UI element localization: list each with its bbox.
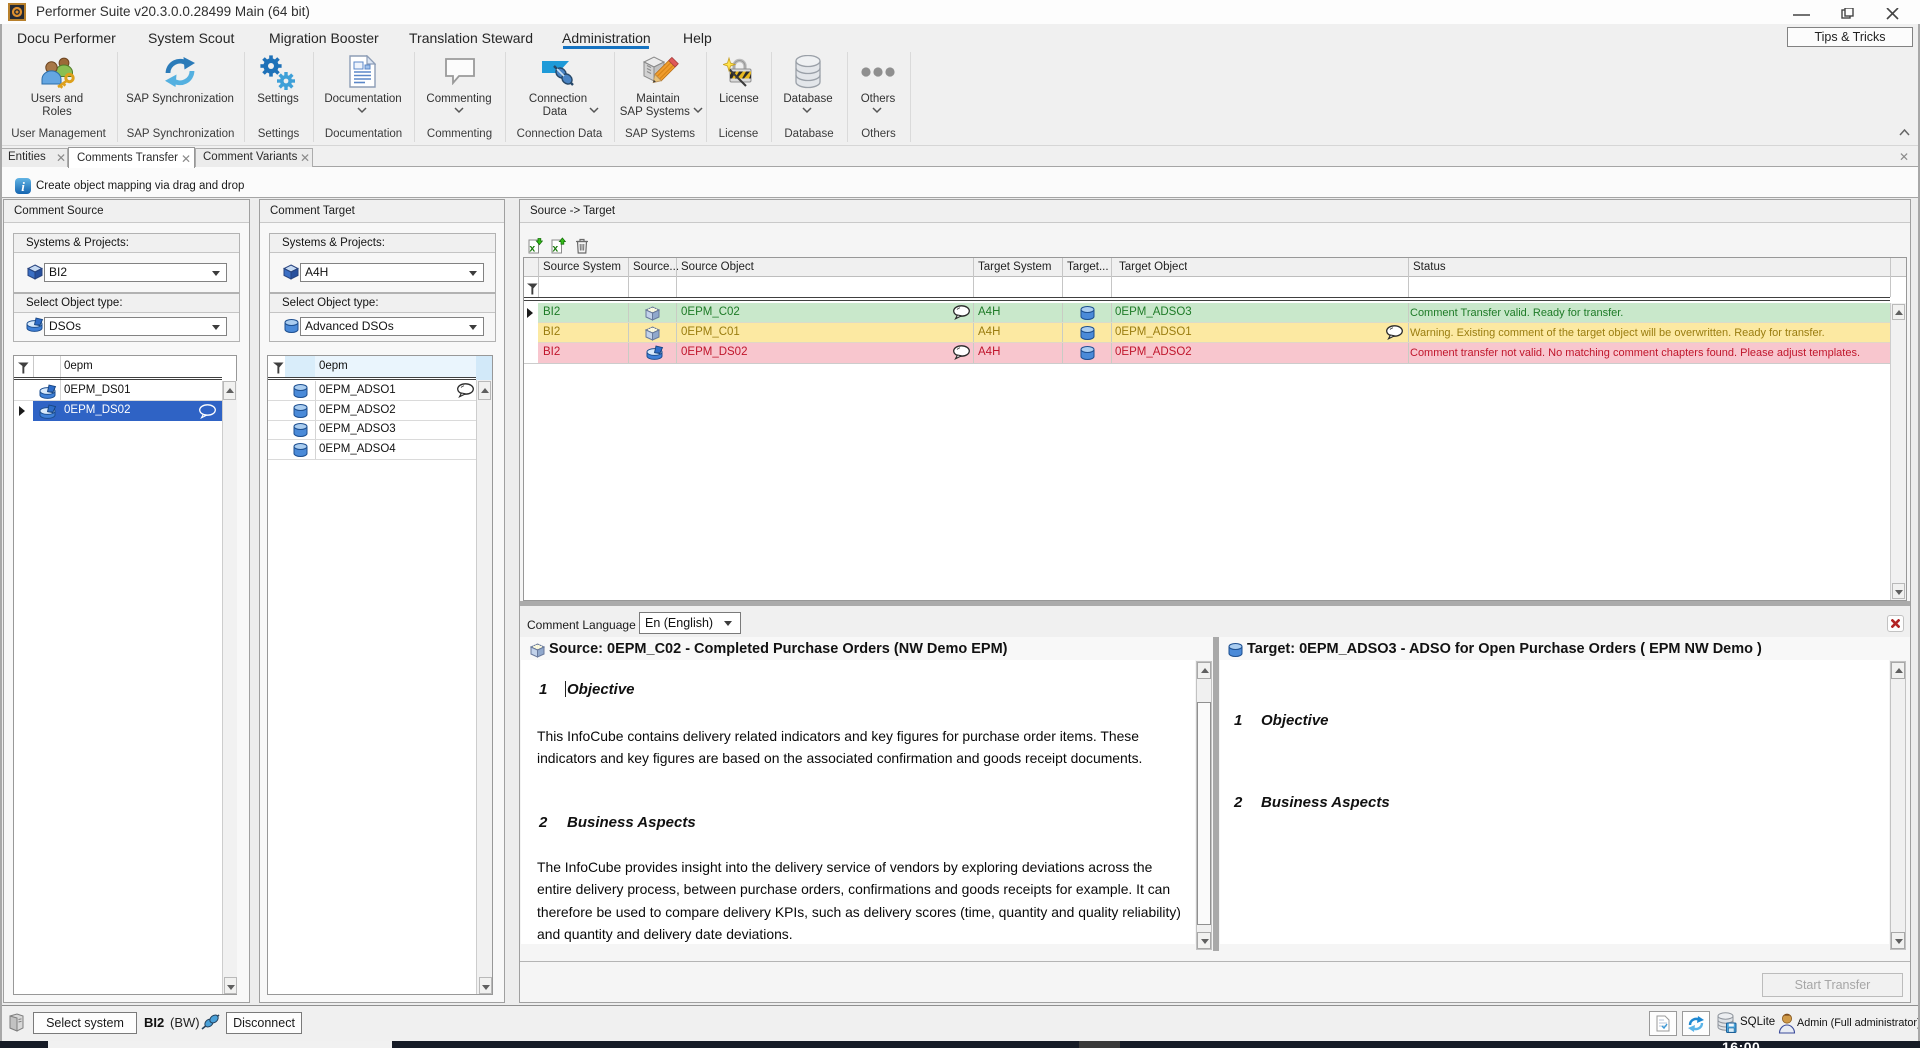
svg-text:x: x: [529, 243, 535, 254]
svg-text:i: i: [21, 179, 25, 194]
svg-text:x: x: [552, 243, 558, 254]
